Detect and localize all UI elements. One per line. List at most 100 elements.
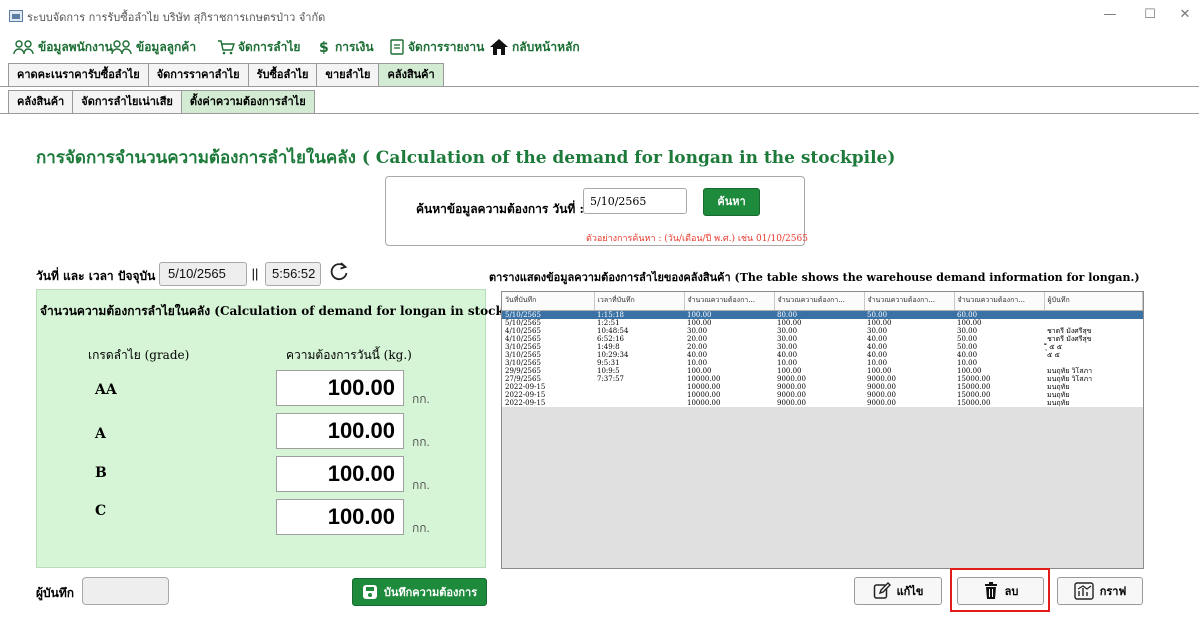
- menu-report-management[interactable]: จัดการรายงาน: [389, 37, 484, 57]
- table-cell: 50.00: [954, 342, 1044, 351]
- table-row[interactable]: 5/10/2565 1:2:51 100.00 100.00 100.00 100.00: [502, 318, 1143, 327]
- current-datetime-label: วันที่ และ เวลา ปัจจุบัน :: [36, 269, 164, 283]
- menu-customer-data[interactable]: ข้อมูลลูกค้า: [111, 37, 196, 57]
- table-row[interactable]: 5/10/2565 1:15:18 100.00 80.00 50.00 60.00: [502, 310, 1143, 319]
- table-cell: 1:15:18: [594, 310, 684, 319]
- graph-button-label: กราฟ: [1099, 585, 1127, 598]
- table-cell: 100.00: [684, 318, 774, 327]
- table-cell: 4/10/2565: [502, 334, 594, 343]
- current-date-field: 5/10/2565: [159, 262, 247, 286]
- subtab-warehouse[interactable]: คลังสินค้า: [8, 90, 73, 114]
- demand-table: วันที่บันทึก เวลาที่บันทึก จำนวณความต้องกา…: [501, 291, 1144, 569]
- menu-employee-data[interactable]: ข้อมูลพนักงาน: [13, 37, 113, 57]
- demand-column-header: ความต้องการวันนี้ (kg.): [286, 348, 412, 362]
- table-row[interactable]: 3/10/2565 10:29:34 40.00 40.00 40.00 40.00 ๕ ๕: [502, 350, 1143, 359]
- close-button[interactable]: ✕: [1165, 4, 1199, 26]
- graph-button[interactable]: กราฟ: [1057, 577, 1143, 605]
- table-row[interactable]: 2022-09-15 10000.00 9000.00 9000.00 15000.00…: [502, 390, 1143, 399]
- svg-text:$: $: [319, 40, 329, 55]
- table-cell: 10000.00: [684, 398, 774, 407]
- table-cell: 40.00: [684, 350, 774, 359]
- edit-button-label: แก้ไข: [896, 585, 924, 598]
- menu-finance[interactable]: $ การเงิน: [318, 37, 374, 57]
- table-row[interactable]: 3/10/2565 1:49:8 20.00 30.00 40.00 50.00ุี ๕ …: [502, 342, 1143, 351]
- cart-icon: [218, 40, 235, 55]
- grade-aa-demand-input[interactable]: 100.00: [276, 370, 404, 406]
- table-cell: 9000.00: [864, 382, 954, 391]
- table-cell: [1044, 310, 1143, 319]
- app-icon: [9, 10, 23, 22]
- table-cell: 4/10/2565: [502, 326, 594, 335]
- refresh-icon[interactable]: [328, 260, 350, 282]
- grade-b-label: B: [95, 465, 107, 481]
- tab-warehouse[interactable]: คลังสินค้า: [378, 63, 444, 87]
- table-cell: 10:48:54: [594, 326, 684, 335]
- tab-longan-sale[interactable]: ขายลำไย: [316, 63, 379, 87]
- table-cell: 30.00: [864, 326, 954, 335]
- minimize-button[interactable]: —: [1090, 4, 1130, 26]
- table-cell: 7:37:57: [594, 374, 684, 383]
- table-cell: 100.00: [954, 366, 1044, 375]
- table-cell: มนฤทัย: [1044, 398, 1143, 407]
- table-cell: 15000.00: [954, 382, 1044, 391]
- table-cell: 10.00: [774, 358, 864, 367]
- table-column-header[interactable]: เวลาที่บันทึก: [594, 292, 685, 311]
- grade-a-demand-input[interactable]: 100.00: [276, 413, 404, 449]
- demand-table-grid: วันที่บันทึก เวลาที่บันทึก จำนวณความต้องกา…: [502, 292, 1143, 407]
- table-cell: มนฤทัย: [1044, 382, 1143, 391]
- search-hint: ตัวอย่างการค้นหา : (วัน/เดือน/ปี พ.ศ.) เ…: [586, 234, 808, 244]
- table-row[interactable]: 27/9/2565 7:37:57 10000.00 9000.00 9000.00 15…: [502, 374, 1143, 383]
- table-cell: มนฤทัย วิโสภา: [1044, 374, 1143, 383]
- tab-price-management[interactable]: จัดการราคาลำไย: [147, 63, 248, 87]
- table-column-header[interactable]: จำนวณความต้องกา...: [774, 292, 865, 311]
- table-row[interactable]: 4/10/2565 6:52:16 20.00 30.00 40.00 50.00 ชาตร…: [502, 334, 1143, 343]
- table-cell: 9000.00: [774, 390, 864, 399]
- table-column-header[interactable]: จำนวณความต้องกา...: [954, 292, 1045, 311]
- table-cell: 100.00: [684, 366, 774, 375]
- grade-b-demand-input[interactable]: 100.00: [276, 456, 404, 492]
- table-cell: 100.00: [684, 310, 774, 319]
- table-cell: 100.00: [774, 318, 864, 327]
- table-cell: 10000.00: [684, 374, 774, 383]
- table-cell: 20.00: [684, 334, 774, 343]
- tab-price-forecast[interactable]: คาดคะเนราคารับซื้อลำไย: [8, 63, 148, 87]
- table-row[interactable]: 29/9/2565 10:9:5 100.00 100.00 100.00 100.00 ม…: [502, 366, 1143, 375]
- table-cell: 2022-09-15: [502, 390, 594, 399]
- table-cell: 10000.00: [684, 390, 774, 399]
- search-date-input[interactable]: [583, 188, 687, 214]
- table-row[interactable]: 3/10/2565 9:5:31 10.00 10.00 10.00 10.00: [502, 358, 1143, 367]
- users-icon: [13, 40, 34, 55]
- table-cell: 10.00: [684, 358, 774, 367]
- table-cell: 80.00: [774, 310, 864, 319]
- table-row[interactable]: 2022-09-15 10000.00 9000.00 9000.00 15000.00…: [502, 382, 1143, 391]
- table-cell: 10:29:34: [594, 350, 684, 359]
- table-row[interactable]: 2022-09-15 10000.00 9000.00 9000.00 15000.00…: [502, 398, 1143, 407]
- table-cell: 9000.00: [774, 382, 864, 391]
- tab-longan-purchase[interactable]: รับซื้อลำไย: [247, 63, 317, 87]
- table-column-header[interactable]: วันที่บันทึก: [502, 292, 595, 311]
- customers-icon: [111, 40, 132, 55]
- menu-back-home[interactable]: กลับหน้าหลัก: [489, 37, 580, 57]
- search-button[interactable]: ค้นหา: [703, 188, 760, 216]
- subtab-demand-settings[interactable]: ตั้งค่าความต้องการลำไย: [180, 90, 315, 114]
- menu-longan-management[interactable]: จัดการลำไย: [217, 37, 300, 57]
- grade-c-demand-input[interactable]: 100.00: [276, 499, 404, 535]
- table-column-header[interactable]: ผู้บันทึก: [1044, 292, 1143, 311]
- table-cell: 15000.00: [954, 390, 1044, 399]
- table-cell: 30.00: [774, 334, 864, 343]
- table-cell: 40.00: [864, 350, 954, 359]
- table-cell: ุี ๕ ๕: [1044, 342, 1143, 351]
- grade-aa-label: AA: [95, 382, 117, 398]
- subtab-spoiled-longan[interactable]: จัดการลำไยเน่าเสีย: [72, 90, 181, 114]
- maximize-button[interactable]: ☐: [1130, 4, 1170, 26]
- table-cell: 2022-09-15: [502, 398, 594, 407]
- table-row[interactable]: 4/10/2565 10:48:54 30.00 30.00 30.00 30.00 ชาต…: [502, 326, 1143, 335]
- table-cell: 40.00: [774, 350, 864, 359]
- menu-finance-label: การเงิน: [335, 39, 374, 54]
- edit-button[interactable]: แก้ไข: [854, 577, 942, 605]
- table-column-header[interactable]: จำนวณความต้องกา...: [864, 292, 955, 311]
- save-demand-button[interactable]: บันทึกความต้องการ: [352, 578, 487, 606]
- grade-aa-unit: กก.: [412, 392, 430, 406]
- table-column-header[interactable]: จำนวณความต้องกา...: [684, 292, 775, 311]
- grade-c-label: C: [95, 503, 107, 519]
